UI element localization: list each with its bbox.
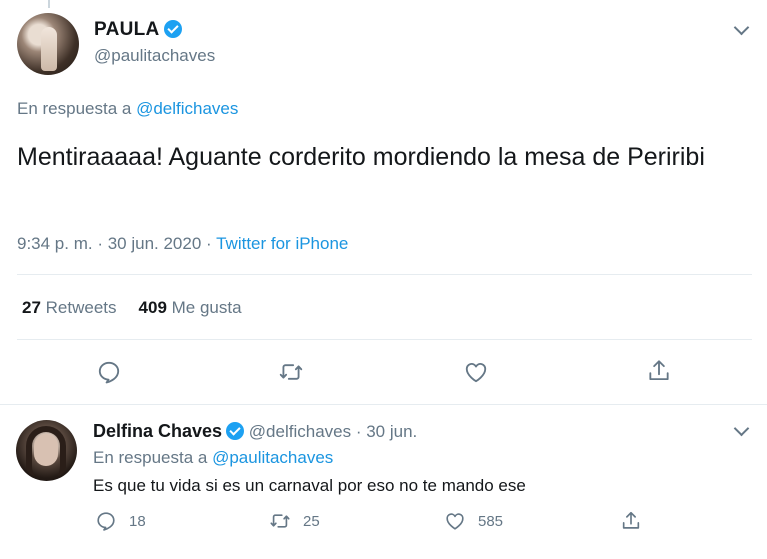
tweet-meta: 9:34 p. m. · 30 jun. 2020 · Twitter for … [17, 234, 348, 254]
retweet-icon [279, 364, 303, 380]
reply-author-handle[interactable]: @delfichaves [249, 422, 351, 441]
reply-share-button[interactable] [620, 510, 654, 532]
likes-stat[interactable]: 409 Me gusta [139, 298, 242, 317]
like-button[interactable] [462, 358, 490, 386]
reply-author-name[interactable]: Delfina Chaves [93, 421, 222, 441]
reply-like-button[interactable]: 585 [444, 510, 503, 532]
author-name[interactable]: PAULA [94, 19, 182, 41]
reply-mention-link[interactable]: @delfichaves [136, 99, 238, 118]
reply-icon [98, 361, 120, 384]
verified-badge-icon [163, 20, 182, 38]
verified-badge-icon [226, 422, 245, 440]
chevron-down-icon[interactable] [733, 19, 750, 36]
reply-context: En respuesta a @delfichaves [17, 99, 238, 119]
like-icon [465, 362, 487, 383]
divider [17, 339, 752, 340]
retweet-label: Retweets [45, 298, 117, 317]
retweet-button[interactable] [277, 358, 305, 386]
reply-retweet-button[interactable]: 25 [269, 510, 320, 532]
like-icon [446, 513, 464, 530]
thread-connector [48, 0, 50, 8]
author-handle[interactable]: @paulitachaves [94, 46, 215, 66]
retweet-count: 25 [303, 512, 320, 530]
share-icon [649, 360, 669, 381]
chevron-down-icon[interactable] [733, 420, 750, 437]
tweet-stats: 27 Retweets 409 Me gusta [22, 298, 242, 318]
share-button[interactable] [645, 357, 673, 385]
avatar[interactable] [17, 13, 79, 75]
tweet-text: Mentiraaaaa! Aguante corderito mordiendo… [17, 143, 705, 171]
reply-context: En respuesta a @paulitachaves [93, 448, 333, 468]
tweet-source-link[interactable]: Twitter for iPhone [216, 234, 348, 253]
reply-reply-button[interactable]: 18 [95, 510, 146, 532]
reply-text: Es que tu vida si es un carnaval por eso… [93, 476, 526, 495]
reply-icon [97, 512, 115, 531]
retweets-stat[interactable]: 27 Retweets [22, 298, 117, 317]
share-icon [622, 511, 640, 529]
reply-date[interactable]: · 30 jun. [351, 422, 417, 441]
like-count: 585 [478, 512, 504, 530]
reply-prefix: En respuesta a [93, 448, 213, 467]
author-display-name[interactable]: PAULA [94, 19, 160, 40]
reply-count: 18 [129, 512, 146, 530]
reply-avatar[interactable] [16, 420, 77, 481]
divider [17, 274, 752, 275]
reply-prefix: En respuesta a [17, 99, 137, 118]
reply-button[interactable] [95, 358, 123, 386]
tweet-timestamp[interactable]: 9:34 p. m. · 30 jun. 2020 · [17, 234, 216, 253]
reply-header: Delfina Chaves @delfichaves · 30 jun. [93, 421, 417, 442]
retweet-icon [270, 514, 290, 528]
reply-mention-link[interactable]: @paulitachaves [212, 448, 333, 467]
tweet-separator [0, 404, 767, 405]
retweet-count: 27 [22, 298, 41, 317]
like-count: 409 [138, 298, 167, 317]
like-label: Me gusta [171, 298, 242, 317]
